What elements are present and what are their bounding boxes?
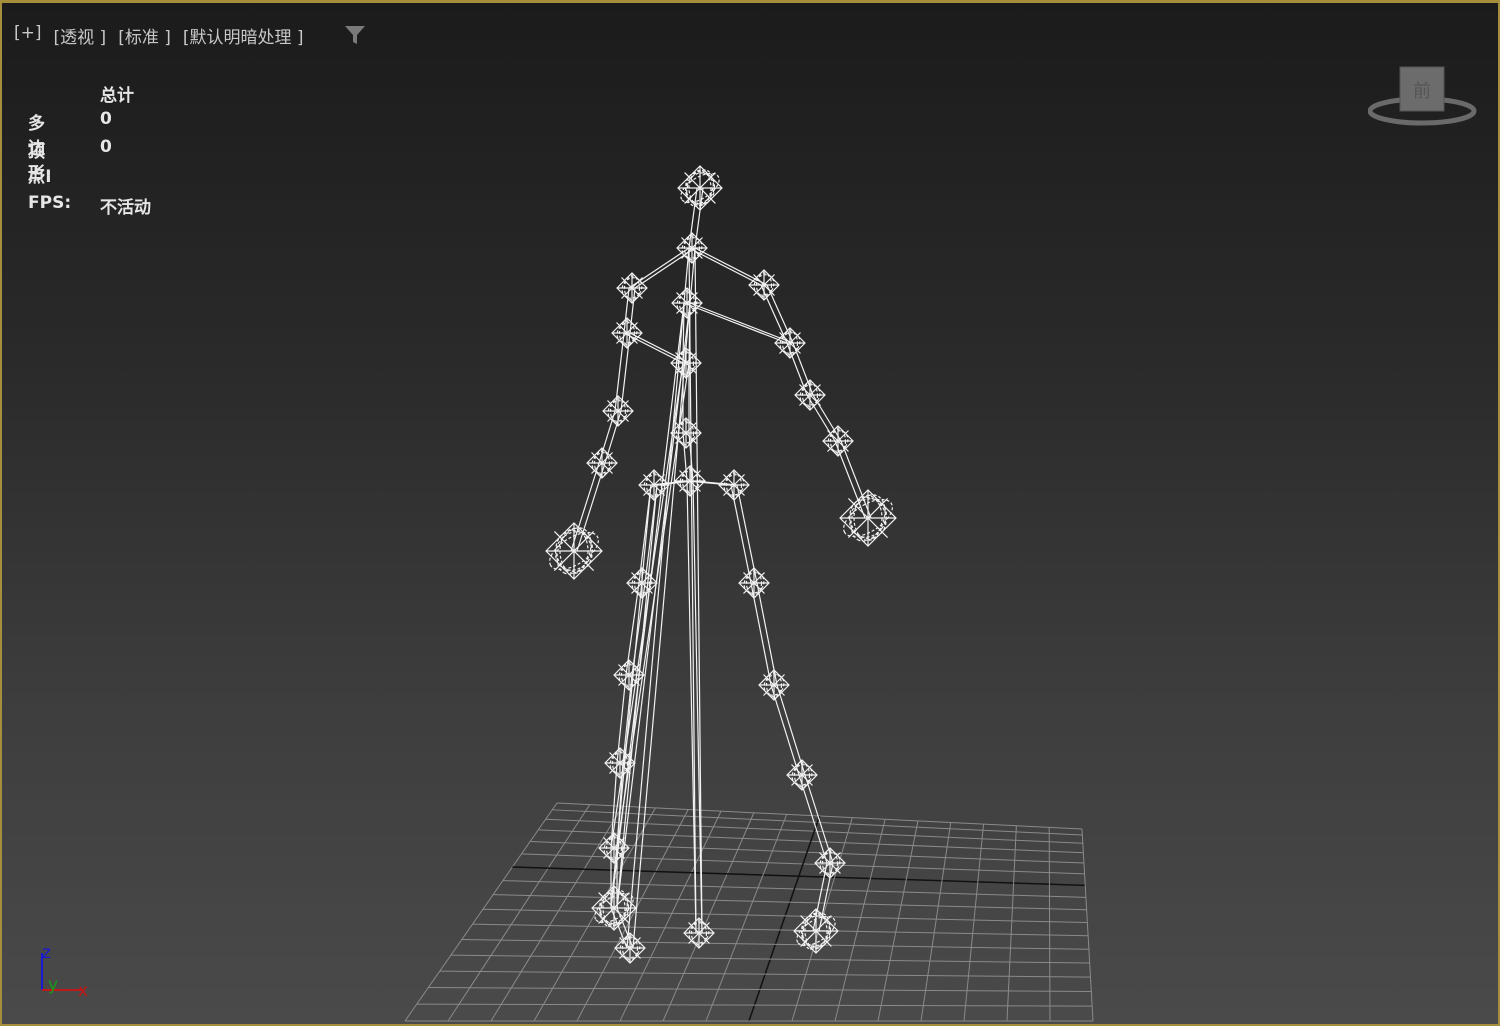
perspective-viewport[interactable]: [+] [透视 ] [标准 ] [默认明暗处理 ] 总计 多边形: 0 顶点: 0 … xyxy=(0,0,1500,1026)
z-axis-label: z xyxy=(42,943,51,963)
grid-line xyxy=(493,894,1087,911)
polygons-value: 0 xyxy=(100,109,112,129)
filter-icon[interactable] xyxy=(344,25,366,45)
viewport-plus-menu[interactable]: [+] xyxy=(14,23,42,48)
bone-line[interactable] xyxy=(616,362,690,849)
viewport-mode-menu[interactable]: [标准 ] xyxy=(118,23,171,48)
bone-line[interactable] xyxy=(694,247,703,934)
viewport-label-menu: [+] [透视 ] [标准 ] [默认明暗处理 ] xyxy=(14,23,304,48)
fps-label: FPS: xyxy=(28,193,72,213)
grid-line xyxy=(472,923,1089,937)
stats-header: 总计 xyxy=(100,86,134,106)
grid-line xyxy=(482,908,1088,924)
vertices-label: 顶点: xyxy=(28,142,52,187)
viewport-view-menu[interactable]: [透视 ] xyxy=(54,23,107,48)
viewport-shading-menu[interactable]: [默认明暗处理 ] xyxy=(183,23,304,48)
grid-line xyxy=(1006,825,1017,1022)
grid-line xyxy=(963,824,985,1022)
grid-line xyxy=(461,938,1089,950)
bone-line[interactable] xyxy=(616,484,658,909)
viewcube[interactable]: 前 xyxy=(1368,63,1480,133)
y-axis-label: y xyxy=(48,975,58,995)
grid-line xyxy=(877,820,919,1022)
home-grid xyxy=(404,802,1094,1022)
grid-line xyxy=(450,954,1090,964)
bone-line[interactable] xyxy=(623,332,684,364)
bone-line[interactable] xyxy=(610,362,684,849)
x-axis-label: x xyxy=(78,981,88,998)
vertices-value: 0 xyxy=(100,137,112,157)
bone-line[interactable] xyxy=(632,302,691,949)
axis-tripod: z y x xyxy=(41,943,88,998)
grid-line xyxy=(1048,827,1051,1022)
grid-line xyxy=(1081,828,1094,1022)
fps-value: 不活动 xyxy=(100,198,151,218)
scene-canvas[interactable] xyxy=(2,3,1498,1024)
grid-line xyxy=(920,822,952,1022)
viewcube-face-label: 前 xyxy=(1413,81,1431,102)
bone-line[interactable] xyxy=(626,302,685,949)
